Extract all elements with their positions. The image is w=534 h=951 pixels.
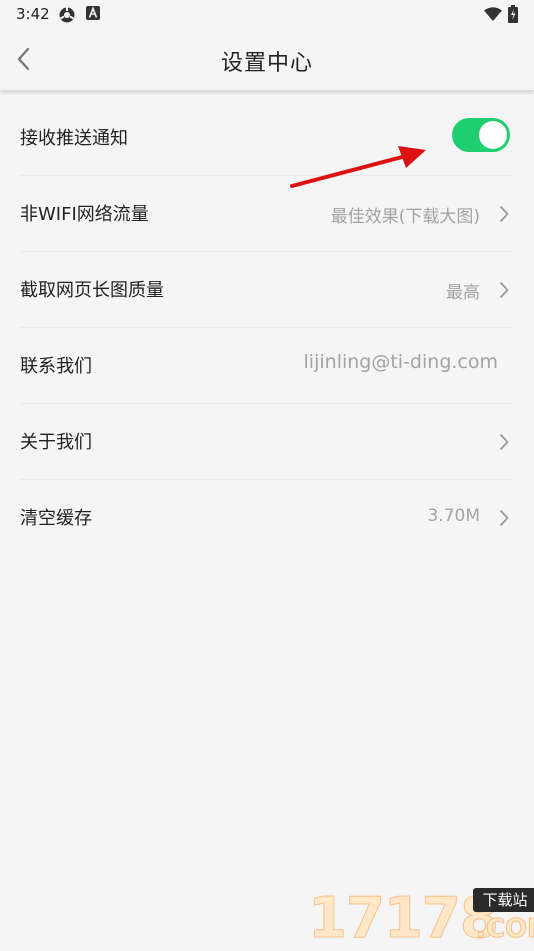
about-us-label: 关于我们 [20, 432, 92, 453]
annotation-arrow-icon [290, 146, 426, 188]
chevron-right-icon [500, 206, 509, 222]
push-notification-toggle[interactable] [452, 118, 510, 152]
screenshot-quality-row[interactable]: 截取网页长图质量 最高 [20, 252, 514, 328]
chevron-right-icon [500, 510, 509, 526]
screenshot-quality-value: 最高 [446, 283, 480, 303]
status-time: 3:42 [16, 5, 50, 23]
contact-us-label: 联系我们 [20, 356, 92, 377]
clear-cache-row[interactable]: 清空缓存 3.70M [20, 480, 514, 555]
app-header: 设置中心 [0, 28, 534, 91]
watermark-logo: 17178 下载站 .COM [308, 880, 534, 951]
contact-us-row[interactable]: 联系我们 lijinling@ti-ding.com [20, 328, 514, 404]
settings-list: 接收推送通知 非WIFI网络流量 最佳效果(下载大图) 截取网页长图质量 最高 … [0, 100, 534, 555]
cache-size-value: 3.70M [427, 506, 480, 526]
settings-icon [59, 7, 75, 23]
battery-icon [508, 5, 518, 23]
status-bar: 3:42 [0, 0, 534, 28]
wifi-icon [484, 7, 502, 21]
page-title: 设置中心 [220, 51, 313, 76]
non-wifi-traffic-value: 最佳效果(下载大图) [330, 207, 480, 227]
watermark-number: 17178 [308, 886, 500, 951]
toggle-knob [479, 121, 507, 149]
clear-cache-label: 清空缓存 [20, 508, 92, 529]
non-wifi-traffic-label: 非WIFI网络流量 [20, 204, 149, 225]
chevron-right-icon [500, 282, 509, 298]
screenshot-quality-label: 截取网页长图质量 [20, 280, 164, 301]
chevron-right-icon [500, 434, 509, 450]
push-notification-label: 接收推送通知 [20, 128, 128, 149]
watermark-suffix: .COM [476, 914, 534, 945]
watermark-badge: 下载站 [473, 888, 534, 912]
about-us-row[interactable]: 关于我们 [20, 404, 514, 480]
a-icon [86, 6, 100, 20]
non-wifi-traffic-row[interactable]: 非WIFI网络流量 最佳效果(下载大图) [20, 176, 514, 252]
contact-email: lijinling@ti-ding.com [303, 351, 498, 373]
push-notification-row[interactable]: 接收推送通知 [20, 100, 514, 176]
